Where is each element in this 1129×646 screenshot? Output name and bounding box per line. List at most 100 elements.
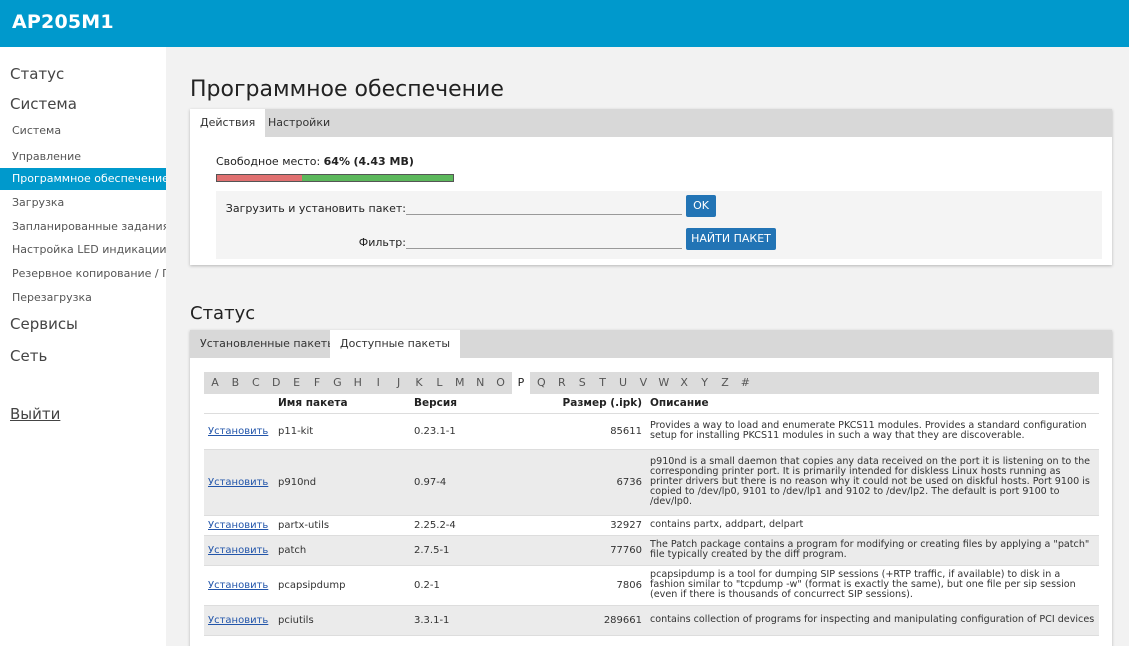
sidebar-subitem-reboot[interactable]: Перезагрузка (0, 287, 166, 309)
sidebar-subitem-led[interactable]: Настройка LED индикации (0, 239, 166, 261)
letter-filter-n[interactable]: N (471, 372, 489, 394)
package-description: Provides a way to load and enumerate PKC… (646, 413, 1099, 450)
sidebar-subitem-scheduled-tasks[interactable]: Запланированные задания (0, 216, 166, 238)
letter-filter-t[interactable]: T (594, 372, 612, 394)
package-action-cell: Установить (204, 449, 274, 516)
table-row: Установить pciutils 3.3.1-1 289661 contains … (204, 605, 1099, 636)
table-row: Установить partx-utils 2.25.2-4 32927 contai… (204, 515, 1099, 536)
letter-filter-c[interactable]: C (247, 372, 265, 394)
filter-input[interactable] (406, 231, 682, 249)
free-space-label: Свободное место: 64% (4.43 MB) (216, 155, 414, 168)
packages-panel: Установленные пакеты Доступные пакеты AB… (190, 330, 1112, 646)
tab-settings[interactable]: Настройки (258, 109, 340, 137)
letter-filter-g[interactable]: G (328, 372, 346, 394)
letter-filter-x[interactable]: X (675, 372, 693, 394)
letter-filter-r[interactable]: R (553, 372, 571, 394)
sidebar-subitem-backup[interactable]: Резервное копирование / Г (0, 263, 166, 285)
package-name: pciutils (274, 605, 410, 636)
sidebar-subitem-management[interactable]: Управление (0, 146, 166, 168)
install-link[interactable]: Установить (208, 477, 268, 488)
sidebar-subitem-boot[interactable]: Загрузка (0, 192, 166, 214)
free-space-percent: 64% (323, 155, 350, 168)
package-size: 32927 (540, 515, 646, 536)
table-header-row: Имя пакета Версия Размер (.ipk) Описание (204, 394, 1099, 414)
package-name: partx-utils (274, 515, 410, 536)
column-header-name: Имя пакета (274, 394, 410, 414)
package-description: contains partx, addpart, delpart (646, 515, 1099, 536)
main-content: Программное обеспечение Действия Настрой… (166, 47, 1129, 646)
sidebar: Статус Система Система Управление Програ… (0, 47, 166, 646)
package-name: pcapsipdump (274, 565, 410, 606)
package-version: 2.25.2-4 (410, 515, 540, 536)
actions-panel: Действия Настройки Свободное место: 64% … (190, 109, 1112, 265)
package-version: 0.97-4 (410, 449, 540, 516)
package-version: 0.2-1 (410, 565, 540, 606)
letter-filter-f[interactable]: F (308, 372, 326, 394)
letter-filter-s[interactable]: S (573, 372, 591, 394)
packages-table: Имя пакета Версия Размер (.ipk) Описание… (204, 394, 1099, 636)
letter-filter-b[interactable]: B (226, 372, 244, 394)
letter-filter-u[interactable]: U (614, 372, 632, 394)
package-size: 289661 (540, 605, 646, 636)
package-version: 0.23.1-1 (410, 413, 540, 450)
status-title: Статус (190, 303, 256, 324)
install-link[interactable]: Установить (208, 520, 268, 531)
package-description: contains collection of programs for insp… (646, 605, 1099, 636)
tab-available-packages[interactable]: Доступные пакеты (330, 330, 461, 358)
top-bar: AP205M1 (0, 0, 1129, 47)
letter-filter-i[interactable]: I (369, 372, 387, 394)
upload-input[interactable] (406, 197, 682, 215)
sidebar-item-services[interactable]: Сервисы (10, 315, 78, 333)
sidebar-item-network[interactable]: Сеть (10, 347, 47, 365)
tab-actions[interactable]: Действия (190, 109, 266, 137)
page-title: Программное обеспечение (190, 77, 504, 102)
column-header-description: Описание (646, 394, 1099, 414)
install-link[interactable]: Установить (208, 615, 268, 626)
app-title: AP205M1 (12, 11, 114, 33)
letter-filter-p[interactable]: P (512, 372, 530, 394)
letter-filter-a[interactable]: A (206, 372, 224, 394)
letter-filter-z[interactable]: Z (716, 372, 734, 394)
letter-filter-e[interactable]: E (288, 372, 306, 394)
letter-filter-y[interactable]: Y (696, 372, 714, 394)
letter-filter-hash[interactable]: # (736, 372, 754, 394)
packages-tabbar: Установленные пакеты Доступные пакеты (190, 330, 1112, 358)
logout-link[interactable]: Выйти (10, 405, 60, 423)
letter-filter-d[interactable]: D (267, 372, 285, 394)
table-row: Установить p11-kit 0.23.1-1 85611 Provides a… (204, 413, 1099, 450)
package-size: 77760 (540, 535, 646, 566)
letter-filter-w[interactable]: W (655, 372, 673, 394)
letter-filter-m[interactable]: M (451, 372, 469, 394)
install-link[interactable]: Установить (208, 580, 268, 591)
column-header-size: Размер (.ipk) (540, 394, 646, 414)
sidebar-item-system[interactable]: Система (10, 95, 77, 113)
letter-filter-j[interactable]: J (390, 372, 408, 394)
sidebar-subitem-software[interactable]: Программное обеспечение (0, 168, 166, 190)
letter-filter-k[interactable]: K (410, 372, 428, 394)
install-link[interactable]: Установить (208, 426, 268, 437)
tab-installed-packages[interactable]: Установленные пакеты (190, 330, 346, 358)
filter-label: Фильтр: (358, 236, 406, 249)
letter-filter-l[interactable]: L (430, 372, 448, 394)
table-row: Установить patch 2.7.5-1 77760 The Patch pac… (204, 535, 1099, 566)
letter-filter-h[interactable]: H (349, 372, 367, 394)
package-version: 2.7.5-1 (410, 535, 540, 566)
install-link[interactable]: Установить (208, 545, 268, 556)
package-action-cell: Установить (204, 515, 274, 536)
package-action-cell: Установить (204, 535, 274, 566)
table-row: Установить p910nd 0.97-4 6736 p910nd is a sm… (204, 449, 1099, 516)
package-description: The Patch package contains a program for… (646, 535, 1099, 566)
letter-filter-q[interactable]: Q (532, 372, 550, 394)
ok-button[interactable]: OK (686, 195, 716, 217)
letter-filter-o[interactable]: O (492, 372, 510, 394)
sidebar-item-status[interactable]: Статус (10, 65, 64, 83)
package-description: pcapsipdump is a tool for dumping SIP se… (646, 565, 1099, 606)
package-version: 3.3.1-1 (410, 605, 540, 636)
letter-filter-v[interactable]: V (634, 372, 652, 394)
upload-label: Загрузить и установить пакет: (225, 202, 406, 215)
free-space-size: (4.43 MB) (353, 155, 414, 168)
package-action-cell: Установить (204, 605, 274, 636)
find-package-button[interactable]: НАЙТИ ПАКЕТ (686, 228, 776, 250)
sidebar-subitem-system[interactable]: Система (0, 120, 166, 142)
package-size: 6736 (540, 449, 646, 516)
